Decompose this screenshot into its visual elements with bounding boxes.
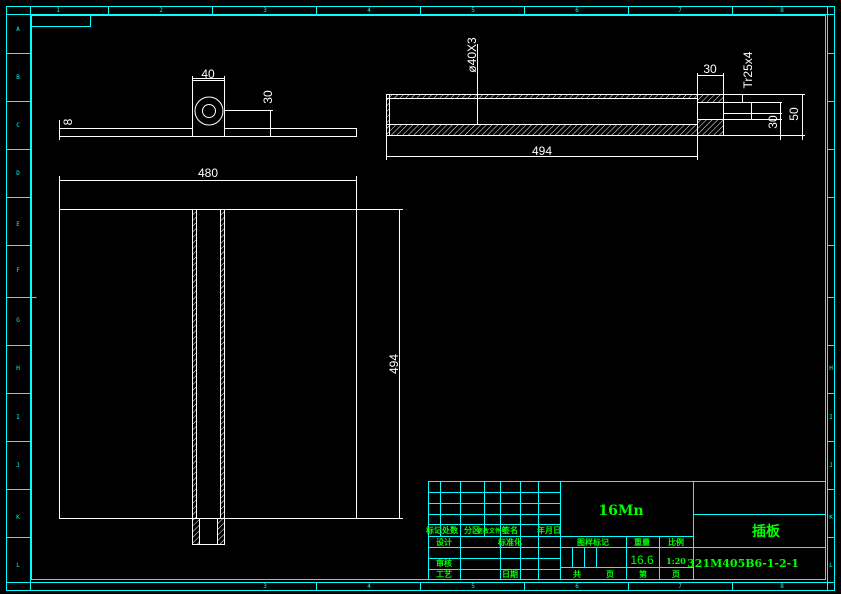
design-label: 设计 [436,537,452,547]
rev-header-date: 年月日 [537,525,561,535]
zone-label-bottom: 7 [678,583,682,590]
zone-label-left: B [16,74,20,81]
scale-label: 比例 [668,537,684,547]
zone-label-left: H [16,365,20,372]
zone-label-right: K [829,514,833,521]
zone-label-top: 5 [471,7,475,14]
zone-label-left: C [16,122,20,129]
zone-label-right: L [829,562,833,569]
sheets-total-label: 共 [573,569,581,579]
rev-header-mark: 标记 [425,525,442,535]
zone-label-right: J [829,462,833,469]
zone-label-top: 3 [263,7,267,14]
zone-label-bottom: 4 [367,583,371,590]
zone-label-left: K [16,514,20,521]
zone-label-left: F [16,267,20,274]
zone-label-bottom: 6 [575,583,579,590]
tube-wall-top [386,94,698,99]
hinge-block [192,80,225,137]
zone-label-top: 1 [56,7,60,14]
sheet-number-label: 第 [639,569,647,579]
dim-dia-50: 50 [787,107,801,121]
stage-mark-label: 图样标记 [577,537,609,547]
sheet-number-unit: 页 [672,569,680,579]
material-value: 16Mn [598,503,643,519]
zone-label-top: 4 [367,7,371,14]
dim-tube-spec: ø40X3 [465,37,479,73]
tube-wall-left [192,209,197,519]
part-name-value: 插板 [752,523,781,540]
zone-label-left: L [16,562,20,569]
zone-label-top: 7 [678,7,682,14]
sheets-total-unit: 页 [606,569,614,579]
zone-label-bottom: 8 [780,583,784,590]
dim-thickness-8: 8 [61,118,75,125]
dim-thread-spec: Tr25x4 [741,51,755,88]
zone-label-top: 6 [575,7,579,14]
dim-thread-len-30: 30 [703,62,717,76]
cad-drawing: 1 2 3 4 5 6 7 8 3 4 5 6 7 8 A B C D E F … [0,0,841,594]
dim-plate-height: 494 [387,354,401,374]
tube-wall-right [220,209,225,519]
review-label: 审核 [436,558,452,568]
threaded-end-hatch-top [697,94,724,103]
weight-label: 重量 [634,537,650,547]
zone-label-left: J [16,462,20,469]
protrusion-hatch-right [217,518,225,545]
dim-dia-30: 30 [766,115,780,129]
zone-label-left: I [16,414,20,421]
zone-label-right: I [829,414,833,421]
tube-bore [196,209,221,519]
protrusion-hatch-left [192,518,200,545]
zone-label-top: 2 [159,7,163,14]
zone-label-bottom: 3 [263,583,267,590]
zone-label-top: 8 [780,7,784,14]
dim-plate-width: 480 [198,166,218,180]
scale-value: 1:20 [666,556,686,566]
dim-height-30-side: 30 [261,90,275,104]
threaded-end-hatch-bottom [697,119,724,136]
background [0,0,841,594]
process-label: 工艺 [436,569,452,579]
rev-header-signature: 签名 [501,525,518,535]
zone-label-left: A [16,26,20,33]
weight-value: 16.6 [630,553,654,567]
zone-label-left: G [16,317,20,324]
zone-label-bottom: 5 [471,583,475,590]
tube-wall-bottom [386,124,698,136]
rev-header-count: 处数 [441,525,459,535]
date-label: 日期 [502,569,518,579]
drawing-number-value: 321M405B6-1-2-1 [687,557,799,570]
dim-width-40: 40 [201,67,215,81]
dim-tube-length: 494 [532,144,552,158]
standardization-label: 标准化 [497,537,522,547]
tube-end-left [386,94,390,136]
zone-label-right: H [829,365,833,372]
zone-label-left: E [16,221,20,228]
zone-label-left: D [16,170,20,177]
